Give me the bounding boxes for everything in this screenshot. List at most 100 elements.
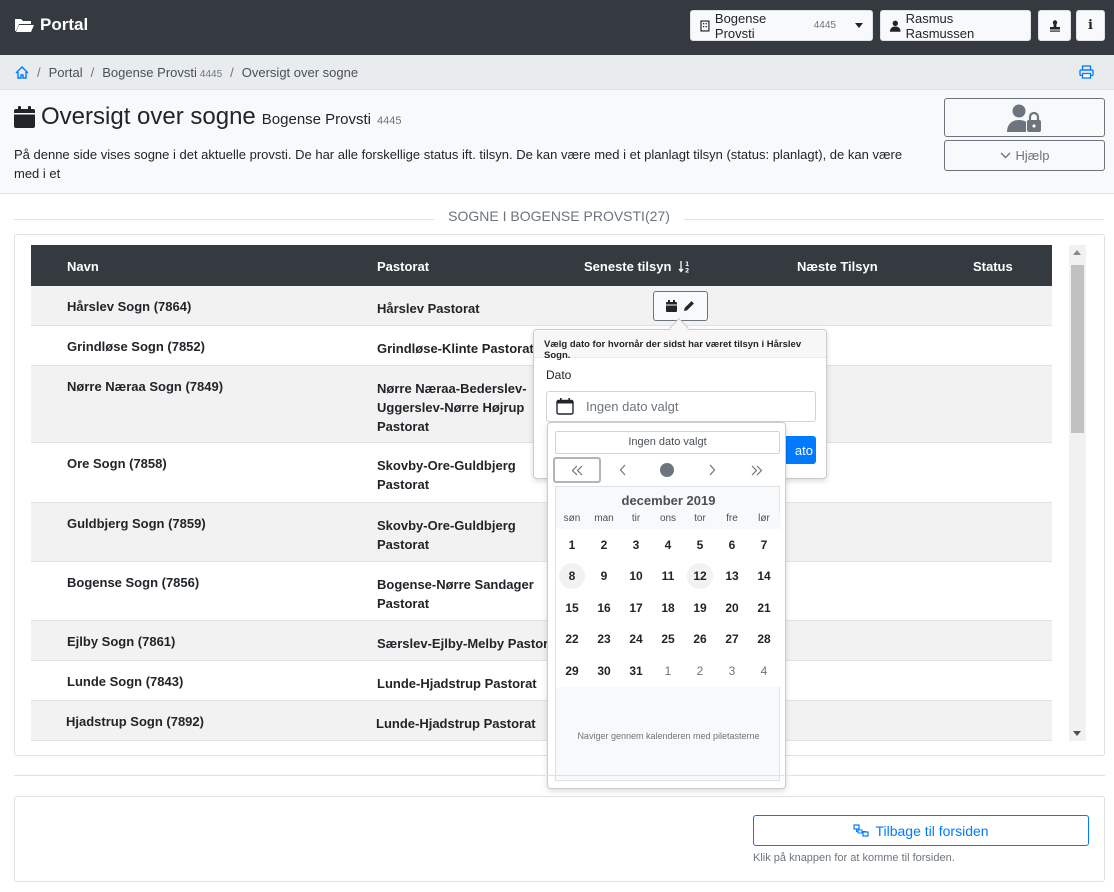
calendar-selected-value: Ingen dato valgt — [555, 431, 780, 454]
parish-name: Grindløse Sogn (7852) — [67, 339, 205, 354]
prev-year-button[interactable] — [553, 457, 601, 483]
calendar-day[interactable]: 19 — [684, 601, 716, 615]
edit-latest-inspection-button[interactable] — [653, 291, 708, 321]
breadcrumb-org[interactable]: Bogense Provsti 4445 — [102, 65, 222, 80]
column-header-status[interactable]: Status — [973, 259, 1013, 274]
svg-text:2: 2 — [685, 268, 689, 274]
stamp-button[interactable] — [1038, 10, 1071, 41]
scroll-down-icon[interactable] — [1073, 731, 1081, 736]
user-lock-icon — [1006, 104, 1041, 132]
calendar-day[interactable]: 29 — [556, 664, 588, 678]
column-header-latest[interactable]: Seneste tilsyn 12 — [584, 259, 691, 275]
calendar-weekdays: søn man tir ons tor fre lør — [556, 513, 781, 529]
calendar-day[interactable]: 18 — [652, 601, 684, 615]
page-header: Oversigt over sogne Bogense Provsti 4445… — [0, 90, 1114, 194]
home-icon[interactable] — [15, 65, 29, 79]
save-date-button[interactable]: ato — [784, 436, 816, 464]
column-header-pastorat[interactable]: Pastorat — [377, 259, 429, 274]
print-icon[interactable] — [1079, 65, 1094, 79]
table-row: Lunde Sogn (7843) Lunde-Hjadstrup Pastor… — [31, 661, 1052, 701]
calendar-day[interactable]: 27 — [716, 632, 748, 646]
user-button[interactable]: Rasmus Rasmussen — [880, 10, 1031, 41]
parish-pastorat: Lunde-Hjadstrup Pastorat — [376, 716, 536, 731]
weekday: fre — [726, 513, 738, 524]
current-month-button[interactable] — [653, 457, 681, 483]
calendar-day[interactable]: 4 — [652, 538, 684, 552]
info-icon: i — [1088, 18, 1093, 33]
back-to-home-button[interactable]: Tilbage til forsiden — [753, 815, 1089, 846]
sort-numeric-icon: 12 — [678, 261, 689, 275]
date-label: Dato — [546, 368, 572, 382]
column-header-name[interactable]: Navn — [67, 259, 99, 274]
parish-name: Guldbjerg Sogn (7859) — [67, 516, 206, 531]
calendar-day[interactable]: 15 — [556, 601, 588, 615]
calendar-month: december 2019 — [621, 493, 716, 508]
calendar-day-next-month[interactable]: 1 — [652, 664, 684, 678]
calendar-day[interactable]: 21 — [748, 601, 780, 615]
calendar-day[interactable]: 23 — [588, 632, 620, 646]
calendar-day[interactable]: 31 — [620, 664, 652, 678]
date-input-placeholder: Ingen dato valgt — [586, 399, 679, 414]
help-label: Hjælp — [1015, 148, 1050, 163]
stamp-icon — [1049, 19, 1060, 32]
user-lock-button[interactable] — [944, 98, 1105, 137]
calendar-day[interactable]: 6 — [716, 538, 748, 552]
parish-pastorat: Bogense-Nørre Sandager Pastorat — [377, 577, 534, 611]
weekday: søn — [563, 513, 581, 524]
page-description: På denne side vises sogne i det aktuelle… — [14, 147, 903, 181]
calendar-day[interactable]: 26 — [684, 632, 716, 646]
weekday: man — [594, 513, 614, 524]
breadcrumb-portal[interactable]: Portal — [49, 65, 83, 80]
calendar-day[interactable]: 2 — [588, 538, 620, 552]
calendar-day-today[interactable]: 12 — [687, 563, 713, 590]
page-subtitle: Bogense Provsti — [261, 111, 372, 128]
org-select[interactable]: Bogense Provsti 4445 — [690, 10, 873, 41]
calendar-day[interactable]: 9 — [588, 569, 620, 583]
help-toggle-button[interactable]: Hjælp — [944, 140, 1105, 171]
table-header: Navn Pastorat Seneste tilsyn 12 Næste Ti… — [31, 245, 1052, 286]
calendar-day-next-month[interactable]: 3 — [716, 664, 748, 678]
column-header-next[interactable]: Næste Tilsyn — [797, 259, 878, 274]
calendar-day[interactable]: 11 — [652, 569, 684, 583]
calendar-grid: søn man tir ons tor fre lør 1 2 3 4 5 6 … — [556, 513, 781, 687]
parish-name: Ore Sogn (7858) — [67, 456, 167, 471]
calendar-day[interactable]: 20 — [716, 601, 748, 615]
calendar-week: 29 30 31 1 2 3 4 — [556, 655, 781, 687]
calendar-day[interactable]: 28 — [748, 632, 780, 646]
calendar-day[interactable]: 25 — [652, 632, 684, 646]
calendar-day[interactable]: 17 — [620, 601, 652, 615]
scroll-thumb[interactable] — [1071, 265, 1084, 433]
calendar-day[interactable]: 7 — [748, 538, 780, 552]
calendar-day[interactable]: 14 — [748, 569, 780, 583]
calendar-day[interactable]: 8 — [559, 563, 585, 590]
calendar-day[interactable]: 16 — [588, 601, 620, 615]
double-chevron-left-icon — [571, 465, 583, 475]
prev-month-button[interactable] — [608, 457, 636, 483]
calendar-day[interactable]: 10 — [620, 569, 652, 583]
weekday: ons — [659, 513, 677, 524]
info-button[interactable]: i — [1076, 10, 1105, 41]
calendar-day-next-month[interactable]: 2 — [684, 664, 716, 678]
breadcrumb-separator: / — [230, 64, 234, 80]
calendar-day[interactable]: 24 — [620, 632, 652, 646]
date-input[interactable]: Ingen dato valgt — [546, 391, 816, 422]
calendar-week: 15 16 17 18 19 20 21 — [556, 592, 781, 624]
calendar-day[interactable]: 13 — [716, 569, 748, 583]
org-name: Bogense Provsti — [714, 10, 767, 41]
scroll-up-icon[interactable] — [1073, 250, 1081, 255]
section-title: SOGNE I BOGENSE PROVSTI(27) — [14, 208, 1104, 224]
next-month-button[interactable] — [698, 457, 726, 483]
calendar-day[interactable]: 3 — [620, 538, 652, 552]
table-scrollbar[interactable] — [1069, 245, 1086, 741]
calendar-day[interactable]: 1 — [556, 538, 588, 552]
calendar-day[interactable]: 22 — [556, 632, 588, 646]
calendar-day[interactable]: 30 — [588, 664, 620, 678]
calendar-day[interactable]: 5 — [684, 538, 716, 552]
breadcrumb-separator: / — [90, 64, 95, 80]
calendar-day-next-month[interactable]: 4 — [748, 664, 780, 678]
weekday: tor — [694, 513, 706, 524]
weekday: lør — [758, 513, 770, 524]
brand-link[interactable]: Portal — [14, 15, 88, 35]
parish-table: Navn Pastorat Seneste tilsyn 12 Næste Ti… — [31, 245, 1052, 741]
next-year-button[interactable] — [743, 457, 771, 483]
